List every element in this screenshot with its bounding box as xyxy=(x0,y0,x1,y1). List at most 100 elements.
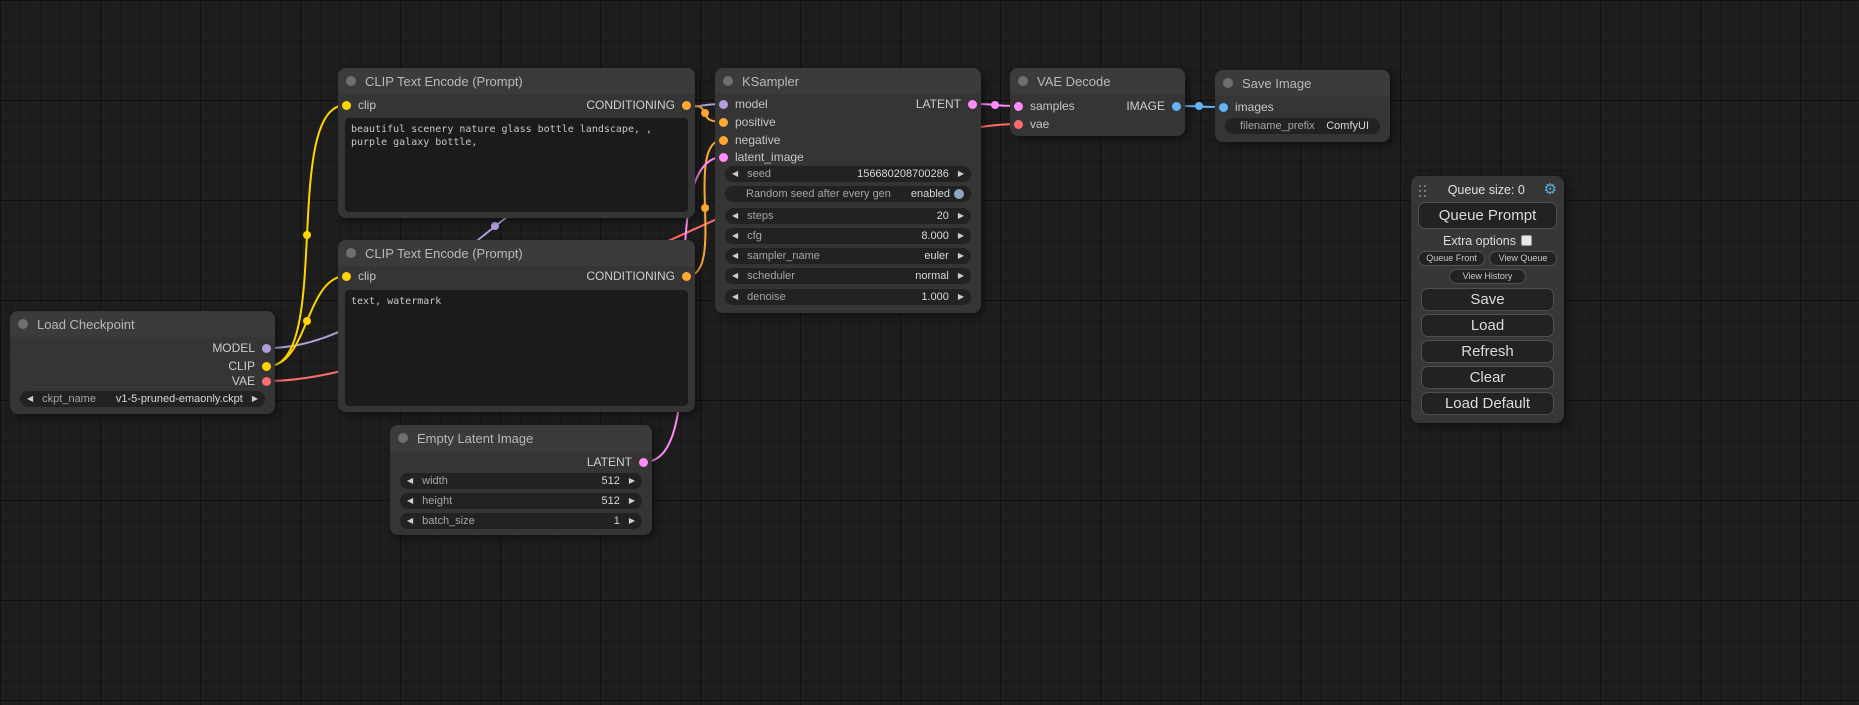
increment-arrow-icon[interactable]: ▶ xyxy=(958,166,964,182)
settings-gear-icon[interactable]: ⚙ xyxy=(1544,182,1557,198)
output-dot-conditioning[interactable] xyxy=(682,101,691,110)
collapse-dot-icon[interactable] xyxy=(398,433,408,443)
decrement-arrow-icon[interactable]: ◀ xyxy=(407,513,413,529)
increment-arrow-icon[interactable]: ▶ xyxy=(629,513,635,529)
clear-button[interactable]: Clear xyxy=(1421,366,1554,389)
input-slot-images: images xyxy=(1219,100,1274,114)
decrement-arrow-icon[interactable]: ◀ xyxy=(732,248,738,264)
node-title-bar[interactable]: Save Image xyxy=(1215,70,1390,96)
wire-midpoint-dot[interactable] xyxy=(991,101,999,109)
node-ksampler[interactable]: KSampler model positive negative latent_… xyxy=(715,68,981,313)
load-button[interactable]: Load xyxy=(1421,314,1554,337)
output-dot-model[interactable] xyxy=(262,344,271,353)
node-clip-text-encode-negative[interactable]: CLIP Text Encode (Prompt) clip CONDITION… xyxy=(338,240,695,412)
node-title-bar[interactable]: CLIP Text Encode (Prompt) xyxy=(338,68,695,94)
widget-label: width xyxy=(422,475,448,487)
queue-prompt-button[interactable]: Queue Prompt xyxy=(1418,202,1557,229)
node-vae-decode[interactable]: VAE Decode samples vae IMAGE xyxy=(1010,68,1185,136)
input-label: latent_image xyxy=(735,150,804,164)
view-queue-button[interactable]: View Queue xyxy=(1489,251,1557,266)
view-history-button[interactable]: View History xyxy=(1449,269,1526,284)
decrement-arrow-icon[interactable]: ◀ xyxy=(732,289,738,305)
refresh-button[interactable]: Refresh xyxy=(1421,340,1554,363)
node-title: Load Checkpoint xyxy=(37,317,135,332)
input-dot-model[interactable] xyxy=(719,100,728,109)
output-dot-vae[interactable] xyxy=(262,377,271,386)
node-title-bar[interactable]: Load Checkpoint xyxy=(10,311,275,337)
queue-menu-panel[interactable]: Queue size: 0 ⚙ Queue Prompt Extra optio… xyxy=(1411,176,1564,423)
batch-size-widget[interactable]: ◀ batch_size 1 ▶ xyxy=(400,513,642,529)
wire-midpoint-dot[interactable] xyxy=(491,222,499,230)
collapse-dot-icon[interactable] xyxy=(346,76,356,86)
increment-arrow-icon[interactable]: ▶ xyxy=(629,473,635,489)
input-dot-clip[interactable] xyxy=(342,101,351,110)
widget-label: cfg xyxy=(747,230,762,242)
increment-arrow-icon[interactable]: ▶ xyxy=(629,493,635,509)
sampler-name-widget[interactable]: ◀ sampler_name euler ▶ xyxy=(725,248,971,264)
decrement-arrow-icon[interactable]: ◀ xyxy=(732,208,738,224)
load-default-button[interactable]: Load Default xyxy=(1421,392,1554,415)
decrement-arrow-icon[interactable]: ◀ xyxy=(732,166,738,182)
prompt-textarea[interactable]: beautiful scenery nature glass bottle la… xyxy=(345,118,688,212)
ckpt-name-widget[interactable]: ◀ ckpt_name v1-5-pruned-emaonly.ckpt ▶ xyxy=(20,391,265,407)
collapse-dot-icon[interactable] xyxy=(1018,76,1028,86)
input-slot-latent-image: latent_image xyxy=(719,150,804,164)
wire-midpoint-dot[interactable] xyxy=(303,317,311,325)
input-dot-vae[interactable] xyxy=(1014,120,1023,129)
increment-arrow-icon[interactable]: ▶ xyxy=(958,268,964,284)
steps-widget[interactable]: ◀ steps 20 ▶ xyxy=(725,208,971,224)
filename-prefix-widget[interactable]: filename_prefix ComfyUI xyxy=(1225,118,1380,134)
node-load-checkpoint[interactable]: Load Checkpoint MODEL CLIP VAE ◀ ckpt_na… xyxy=(10,311,275,414)
output-dot-conditioning[interactable] xyxy=(682,272,691,281)
input-dot-samples[interactable] xyxy=(1014,102,1023,111)
toggle-enabled-icon[interactable] xyxy=(954,189,964,199)
output-dot-latent[interactable] xyxy=(968,100,977,109)
output-dot-latent[interactable] xyxy=(639,458,648,467)
collapse-dot-icon[interactable] xyxy=(723,76,733,86)
width-widget[interactable]: ◀ width 512 ▶ xyxy=(400,473,642,489)
collapse-dot-icon[interactable] xyxy=(1223,78,1233,88)
decrement-arrow-icon[interactable]: ◀ xyxy=(407,473,413,489)
decrement-arrow-icon[interactable]: ◀ xyxy=(732,268,738,284)
increment-arrow-icon[interactable]: ▶ xyxy=(252,391,258,407)
collapse-dot-icon[interactable] xyxy=(346,248,356,258)
scheduler-widget[interactable]: ◀ scheduler normal ▶ xyxy=(725,268,971,284)
prompt-textarea[interactable]: text, watermark xyxy=(345,290,688,406)
wire-midpoint-dot[interactable] xyxy=(701,204,709,212)
input-dot-latent-image[interactable] xyxy=(719,153,728,162)
decrement-arrow-icon[interactable]: ◀ xyxy=(27,391,33,407)
output-dot-clip[interactable] xyxy=(262,362,271,371)
wire-midpoint-dot[interactable] xyxy=(303,231,311,239)
node-title-bar[interactable]: VAE Decode xyxy=(1010,68,1185,94)
queue-front-button[interactable]: Queue Front xyxy=(1418,251,1485,266)
node-title-bar[interactable]: CLIP Text Encode (Prompt) xyxy=(338,240,695,266)
graph-canvas[interactable]: Load Checkpoint MODEL CLIP VAE ◀ ckpt_na… xyxy=(0,0,1859,705)
height-widget[interactable]: ◀ height 512 ▶ xyxy=(400,493,642,509)
extra-options-checkbox[interactable] xyxy=(1521,235,1532,246)
drag-handle-icon[interactable] xyxy=(1419,185,1421,187)
collapse-dot-icon[interactable] xyxy=(18,319,28,329)
increment-arrow-icon[interactable]: ▶ xyxy=(958,289,964,305)
input-dot-positive[interactable] xyxy=(719,118,728,127)
node-save-image[interactable]: Save Image images filename_prefix ComfyU… xyxy=(1215,70,1390,142)
output-dot-image[interactable] xyxy=(1172,102,1181,111)
node-title-bar[interactable]: Empty Latent Image xyxy=(390,425,652,451)
wire-midpoint-dot[interactable] xyxy=(701,109,709,117)
input-dot-images[interactable] xyxy=(1219,103,1228,112)
save-button[interactable]: Save xyxy=(1421,288,1554,311)
node-clip-text-encode-positive[interactable]: CLIP Text Encode (Prompt) clip CONDITION… xyxy=(338,68,695,218)
node-title-bar[interactable]: KSampler xyxy=(715,68,981,94)
denoise-widget[interactable]: ◀ denoise 1.000 ▶ xyxy=(725,289,971,305)
decrement-arrow-icon[interactable]: ◀ xyxy=(407,493,413,509)
increment-arrow-icon[interactable]: ▶ xyxy=(958,228,964,244)
increment-arrow-icon[interactable]: ▶ xyxy=(958,248,964,264)
random-seed-widget[interactable]: Random seed after every gen enabled xyxy=(725,186,971,202)
input-dot-clip[interactable] xyxy=(342,272,351,281)
increment-arrow-icon[interactable]: ▶ xyxy=(958,208,964,224)
cfg-widget[interactable]: ◀ cfg 8.000 ▶ xyxy=(725,228,971,244)
wire-midpoint-dot[interactable] xyxy=(1195,102,1203,110)
input-dot-negative[interactable] xyxy=(719,136,728,145)
node-empty-latent-image[interactable]: Empty Latent Image LATENT ◀ width 512 ▶ … xyxy=(390,425,652,535)
seed-widget[interactable]: ◀ seed 156680208700286 ▶ xyxy=(725,166,971,182)
decrement-arrow-icon[interactable]: ◀ xyxy=(732,228,738,244)
